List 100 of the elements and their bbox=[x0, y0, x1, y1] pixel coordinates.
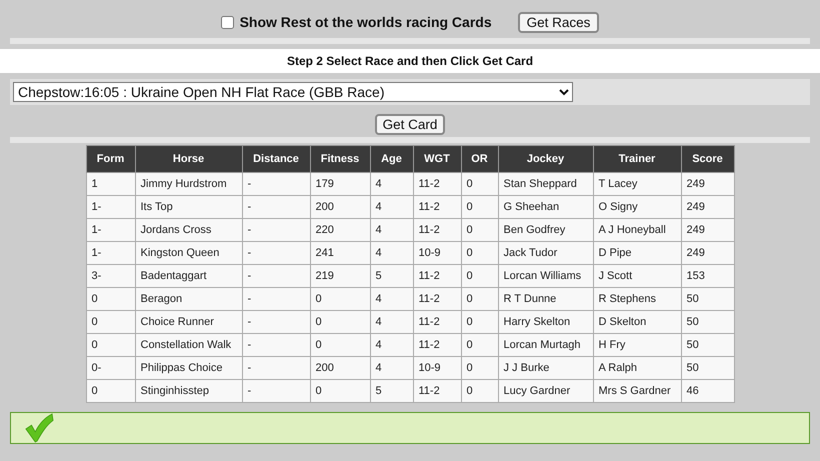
table-cell: Harry Skelton bbox=[498, 310, 593, 334]
table-cell: 0 bbox=[461, 196, 498, 218]
table-cell: 0 bbox=[86, 334, 135, 356]
table-cell: 153 bbox=[681, 264, 734, 288]
checkbox-label: Show Rest ot the worlds racing Cards bbox=[240, 14, 492, 30]
get-races-button[interactable]: Get Races bbox=[518, 12, 600, 32]
table-cell: D Pipe bbox=[593, 242, 681, 264]
table-cell: - bbox=[242, 310, 310, 334]
table-cell: 0 bbox=[86, 310, 135, 334]
table-cell: Kingston Queen bbox=[135, 242, 242, 264]
table-cell: 0 bbox=[310, 334, 370, 356]
race-select[interactable]: Chepstow:16:05 : Ukraine Open NH Flat Race (GBB Race) bbox=[13, 82, 573, 102]
table-cell: 4 bbox=[370, 172, 413, 196]
table-cell: H Fry bbox=[593, 334, 681, 356]
table-cell: - bbox=[242, 196, 310, 218]
step-instruction: Step 2 Select Race and then Click Get Card bbox=[286, 54, 534, 68]
table-cell: Lorcan Murtagh bbox=[498, 334, 593, 356]
table-cell: 0 bbox=[461, 172, 498, 196]
table-cell: 0 bbox=[310, 310, 370, 334]
table-cell: Its Top bbox=[135, 196, 242, 218]
table-cell: 220 bbox=[310, 218, 370, 242]
table-cell: 179 bbox=[310, 172, 370, 196]
table-cell: 249 bbox=[681, 196, 734, 218]
table-cell: - bbox=[242, 242, 310, 264]
table-cell: 241 bbox=[310, 242, 370, 264]
table-cell: 4 bbox=[370, 242, 413, 264]
table-cell: 249 bbox=[681, 218, 734, 242]
column-header: Fitness bbox=[310, 146, 370, 172]
table-cell: 4 bbox=[370, 218, 413, 242]
table-cell: Constellation Walk bbox=[135, 334, 242, 356]
column-header: OR bbox=[461, 146, 498, 172]
table-cell: Jimmy Hurdstrom bbox=[135, 172, 242, 196]
table-cell: 0 bbox=[461, 334, 498, 356]
table-cell: Lucy Gardner bbox=[498, 380, 593, 402]
table-cell: 10-9 bbox=[413, 242, 461, 264]
table-cell: O Signy bbox=[593, 196, 681, 218]
table-cell: 0 bbox=[461, 288, 498, 310]
table-cell: 219 bbox=[310, 264, 370, 288]
column-header: Age bbox=[370, 146, 413, 172]
table-cell: 50 bbox=[681, 356, 734, 380]
table-cell: G Sheehan bbox=[498, 196, 593, 218]
table-cell: 249 bbox=[681, 172, 734, 196]
table-cell: - bbox=[242, 334, 310, 356]
table-cell: 249 bbox=[681, 242, 734, 264]
table-cell: - bbox=[242, 264, 310, 288]
table-cell: Stan Sheppard bbox=[498, 172, 593, 196]
table-cell: 46 bbox=[681, 380, 734, 402]
table-cell: Beragon bbox=[135, 288, 242, 310]
table-cell: A J Honeyball bbox=[593, 218, 681, 242]
table-cell: 1 bbox=[86, 172, 135, 196]
table-cell: 50 bbox=[681, 334, 734, 356]
column-header: Trainer bbox=[593, 146, 681, 172]
column-header: WGT bbox=[413, 146, 461, 172]
table-cell: 10-9 bbox=[413, 356, 461, 380]
table-cell: 4 bbox=[370, 196, 413, 218]
column-header: Form bbox=[86, 146, 135, 172]
table-cell: Choice Runner bbox=[135, 310, 242, 334]
column-header: Score bbox=[681, 146, 734, 172]
table-cell: J Scott bbox=[593, 264, 681, 288]
table-cell: 0 bbox=[310, 288, 370, 310]
table-cell: 0- bbox=[86, 356, 135, 380]
table-cell: 11-2 bbox=[413, 172, 461, 196]
table-cell: 4 bbox=[370, 288, 413, 310]
table-cell: Philippas Choice bbox=[135, 356, 242, 380]
table-cell: 5 bbox=[370, 264, 413, 288]
table-cell: 11-2 bbox=[413, 264, 461, 288]
table-cell: Stinginhisstep bbox=[135, 380, 242, 402]
table-cell: - bbox=[242, 356, 310, 380]
table-cell: 0 bbox=[461, 380, 498, 402]
table-cell: 0 bbox=[461, 242, 498, 264]
table-cell: R Stephens bbox=[593, 288, 681, 310]
table-cell: 0 bbox=[310, 380, 370, 402]
table-cell: J J Burke bbox=[498, 356, 593, 380]
table-cell: Mrs S Gardner bbox=[593, 380, 681, 402]
table-cell: D Skelton bbox=[593, 310, 681, 334]
checkmark-icon bbox=[23, 413, 55, 443]
table-cell: 1- bbox=[86, 196, 135, 218]
table-cell: 11-2 bbox=[413, 288, 461, 310]
table-cell: 1- bbox=[86, 242, 135, 264]
table-cell: 11-2 bbox=[413, 380, 461, 402]
table-cell: 0 bbox=[461, 356, 498, 380]
table-cell: T Lacey bbox=[593, 172, 681, 196]
table-cell: 0 bbox=[86, 288, 135, 310]
column-header: Jockey bbox=[498, 146, 593, 172]
show-world-cards-checkbox[interactable] bbox=[220, 16, 234, 28]
table-cell: - bbox=[242, 218, 310, 242]
table-cell: 0 bbox=[461, 310, 498, 334]
table-cell: 50 bbox=[681, 310, 734, 334]
table-cell: 4 bbox=[370, 334, 413, 356]
table-cell: 11-2 bbox=[413, 196, 461, 218]
table-cell: 0 bbox=[461, 218, 498, 242]
table-cell: 5 bbox=[370, 380, 413, 402]
column-header: Horse bbox=[135, 146, 242, 172]
table-cell: Ben Godfrey bbox=[498, 218, 593, 242]
get-card-button[interactable]: Get Card bbox=[374, 114, 446, 135]
table-cell: 11-2 bbox=[413, 334, 461, 356]
table-cell: 11-2 bbox=[413, 310, 461, 334]
table-cell: 4 bbox=[370, 356, 413, 380]
column-header: Distance bbox=[242, 146, 310, 172]
table-cell: 4 bbox=[370, 310, 413, 334]
